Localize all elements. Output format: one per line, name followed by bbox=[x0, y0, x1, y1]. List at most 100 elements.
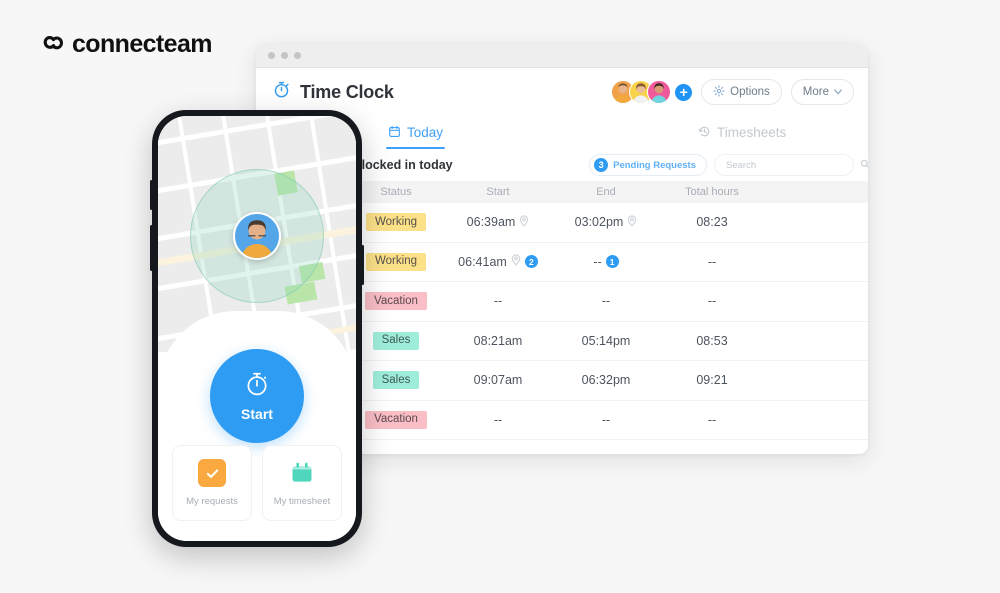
start-time: -- bbox=[493, 412, 503, 427]
my-requests-card[interactable]: My requests bbox=[172, 445, 252, 521]
avatar[interactable] bbox=[647, 80, 672, 104]
table-toolbar-actions: 3 Pending Requests bbox=[589, 154, 868, 176]
add-user-button[interactable]: + bbox=[675, 83, 693, 101]
table-header-end: End bbox=[596, 186, 616, 198]
start-time: 09:07am bbox=[473, 373, 523, 388]
window-dot-maximize[interactable] bbox=[294, 52, 301, 59]
phone-volume-up-button[interactable] bbox=[150, 180, 153, 210]
table-cell-start: 08:21am bbox=[444, 334, 552, 348]
status-badge: Working bbox=[366, 213, 426, 232]
avatar-group[interactable]: + bbox=[611, 80, 693, 104]
table-cell-total: -- bbox=[660, 255, 764, 269]
my-requests-label: My requests bbox=[186, 496, 238, 507]
end-time: 06:32pm bbox=[581, 373, 631, 388]
more-label: More bbox=[802, 86, 829, 98]
start-button-label: Start bbox=[241, 406, 273, 422]
table-cell-total: 08:23 bbox=[660, 215, 764, 229]
table-cell-total: 09:21 bbox=[660, 373, 764, 387]
table-cell-total: -- bbox=[660, 413, 764, 427]
checkbox-icon bbox=[198, 459, 226, 487]
app-header: Time Clock + Options More bbox=[256, 68, 868, 116]
table-cell-total: 08:53 bbox=[660, 334, 764, 348]
end-time: 05:14pm bbox=[581, 333, 631, 348]
start-time: 08:21am bbox=[473, 333, 523, 348]
stopwatch-icon bbox=[272, 80, 291, 104]
table-cell-start: 09:07am bbox=[444, 373, 552, 387]
connecteam-logo: connecteam bbox=[40, 30, 212, 58]
table-cell-status: Vacation bbox=[348, 292, 444, 311]
table-cell-status: Vacation bbox=[348, 410, 444, 429]
page-title: Time Clock bbox=[272, 80, 394, 104]
end-count-badge[interactable]: 1 bbox=[605, 255, 619, 269]
calendar-icon bbox=[288, 459, 316, 487]
end-time: 03:02pm bbox=[574, 215, 624, 230]
pending-count-badge: 3 bbox=[594, 158, 609, 172]
table-cell-start: 06:39am bbox=[444, 215, 552, 230]
status-badge: Working bbox=[366, 252, 426, 271]
table-cell-end: 05:14pm bbox=[552, 334, 660, 348]
start-shift-button[interactable]: Start bbox=[210, 349, 304, 443]
table-header-total: Total hours bbox=[685, 186, 739, 198]
table-cell-start: -- bbox=[444, 294, 552, 308]
status-badge: Sales bbox=[372, 331, 420, 350]
user-location-marker[interactable] bbox=[233, 212, 281, 260]
total-hours: -- bbox=[707, 294, 717, 309]
chevron-down-icon bbox=[834, 86, 842, 98]
options-button[interactable]: Options bbox=[701, 79, 782, 105]
tab-timesheets[interactable]: Timesheets bbox=[684, 116, 800, 149]
window-dot-close[interactable] bbox=[268, 52, 275, 59]
start-time: -- bbox=[493, 294, 503, 309]
end-time: -- bbox=[593, 254, 602, 269]
total-hours: 08:53 bbox=[696, 333, 728, 348]
my-timesheet-card[interactable]: My timesheet bbox=[262, 445, 342, 521]
table-cell-status: Sales bbox=[348, 331, 444, 350]
status-badge: Sales bbox=[372, 371, 420, 390]
calendar-icon bbox=[388, 125, 401, 141]
table-cell-end: -- bbox=[552, 294, 660, 308]
table-header-start: Start bbox=[486, 186, 510, 198]
history-icon bbox=[698, 125, 711, 141]
table-header-status: Status bbox=[380, 186, 412, 198]
stopwatch-icon bbox=[243, 370, 271, 403]
my-timesheet-label: My timesheet bbox=[273, 496, 331, 507]
end-time: -- bbox=[601, 412, 611, 427]
end-time: -- bbox=[601, 294, 611, 309]
start-time: 06:41am bbox=[458, 254, 507, 269]
table-cell-end: -- 1 bbox=[552, 255, 660, 269]
header-actions: + Options More bbox=[611, 79, 854, 105]
total-hours: 08:23 bbox=[696, 215, 728, 230]
pending-requests-button[interactable]: 3 Pending Requests bbox=[589, 154, 707, 176]
table-cell-end: -- bbox=[552, 413, 660, 427]
location-pin-icon bbox=[519, 215, 529, 230]
start-time: 06:39am bbox=[466, 215, 516, 230]
phone-screen: Start My requests My timesheet bbox=[158, 116, 356, 541]
status-badge: Vacation bbox=[365, 410, 427, 429]
page-title-text: Time Clock bbox=[300, 81, 394, 102]
gear-icon bbox=[713, 84, 725, 100]
search-input[interactable] bbox=[724, 158, 860, 172]
phone-power-button[interactable] bbox=[361, 245, 364, 285]
table-cell-status: Working bbox=[348, 213, 444, 232]
search-box[interactable] bbox=[714, 154, 868, 176]
more-button[interactable]: More bbox=[790, 79, 854, 105]
phone-mockup: Start My requests My timesheet bbox=[150, 110, 364, 547]
table-cell-start: 06:41am 2 bbox=[444, 254, 552, 269]
logo-text: connecteam bbox=[72, 30, 212, 58]
phone-quick-actions: My requests My timesheet bbox=[172, 445, 342, 521]
logo-mark-icon bbox=[40, 34, 70, 54]
total-hours: -- bbox=[707, 412, 717, 427]
total-hours: -- bbox=[707, 254, 717, 269]
phone-volume-down-button[interactable] bbox=[150, 225, 153, 271]
tab-timesheets-label: Timesheets bbox=[717, 125, 787, 140]
options-label: Options bbox=[730, 86, 770, 98]
table-cell-status: Sales bbox=[348, 371, 444, 390]
tab-today-label: Today bbox=[407, 125, 444, 140]
start-count-badge[interactable]: 2 bbox=[524, 255, 538, 269]
pending-requests-label: Pending Requests bbox=[613, 159, 696, 171]
tab-today[interactable]: Today bbox=[374, 116, 457, 149]
location-pin-icon bbox=[511, 254, 521, 269]
window-dot-minimize[interactable] bbox=[281, 52, 288, 59]
table-cell-end: 06:32pm bbox=[552, 373, 660, 387]
table-cell-start: -- bbox=[444, 413, 552, 427]
browser-titlebar bbox=[256, 44, 868, 68]
